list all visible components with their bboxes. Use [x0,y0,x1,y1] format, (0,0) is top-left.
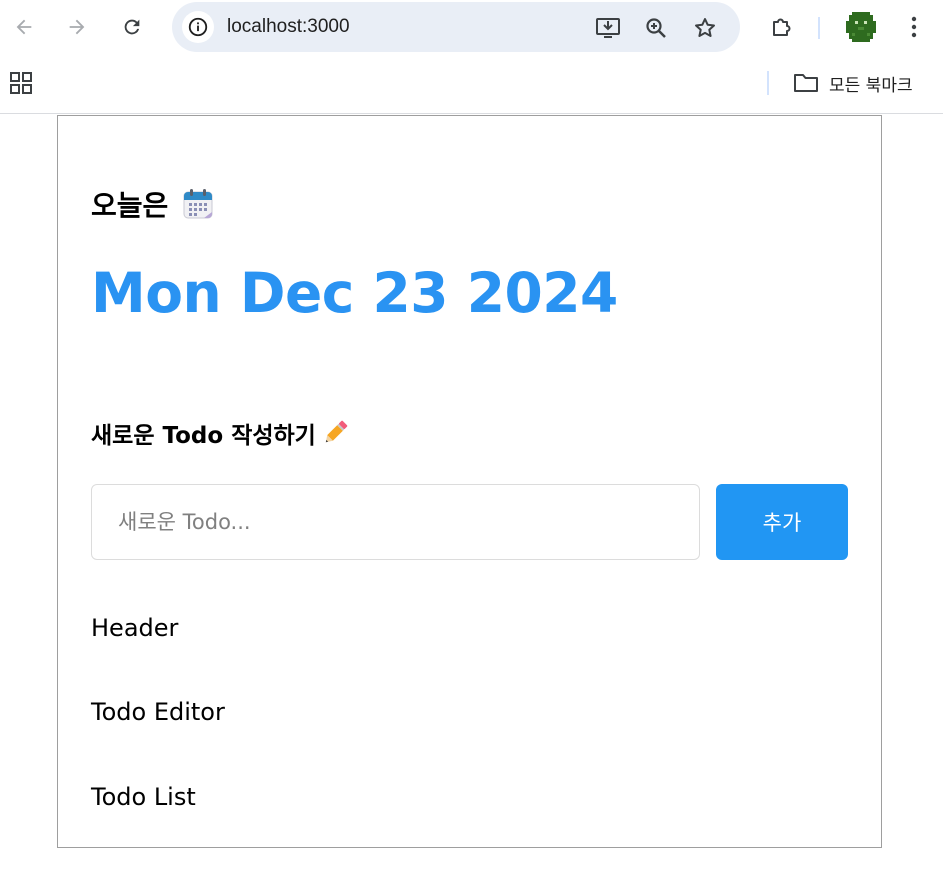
extensions-button[interactable] [766,10,798,44]
install-app-button[interactable] [592,12,624,44]
bookmark-star-button[interactable] [689,12,721,44]
zoom-in-icon [646,18,666,38]
add-todo-button[interactable]: 추가 [716,484,848,560]
puzzle-icon [773,18,791,36]
info-icon [188,17,208,37]
all-bookmarks-label: 모든 북마크 [829,75,913,96]
profile-avatar[interactable] [846,12,876,42]
browser-menu-button[interactable] [898,10,930,44]
current-date: Mon Dec 23 2024 [91,261,618,325]
reload-button[interactable] [116,10,148,44]
url-text[interactable]: localhost:3000 [227,16,350,38]
all-bookmarks-folder[interactable]: 모든 북마크 [793,69,913,97]
star-icon [695,18,715,37]
arrow-right-icon [69,19,85,35]
address-bar[interactable]: localhost:3000 [172,2,740,52]
avatar-icon [846,12,876,42]
arrow-left-icon [16,19,32,35]
section-todo-editor-label: Todo Editor [91,698,225,726]
site-info-button[interactable] [182,11,214,43]
section-header-label: Header [91,614,179,642]
editor-title-text: 새로운 Todo 작성하기 [91,423,316,449]
zoom-button[interactable] [640,12,672,44]
today-header: 오늘은 [91,184,214,224]
back-button[interactable] [8,10,40,44]
calendar-icon [183,189,213,219]
bookmarks-divider [767,71,769,95]
bookmarks-bar: 모든 북마크 [0,56,943,114]
browser-toolbar: localhost:3000 [0,0,943,56]
todo-app: 오늘은 Mon Dec 23 2024 새로운 Todo 작성하기 새로운 To… [57,115,882,848]
folder-icon [794,74,818,92]
section-todo-list-label: Todo List [91,783,196,811]
reload-icon [124,19,140,35]
pencil-icon [325,420,348,443]
install-icon [596,18,620,38]
apps-grid-icon [10,72,32,94]
forward-button[interactable] [61,10,93,44]
editor-title: 새로운 Todo 작성하기 [91,416,350,450]
today-label: 오늘은 [91,189,169,222]
new-todo-input[interactable] [91,484,700,560]
more-vert-icon [911,16,917,38]
apps-button[interactable] [9,71,33,95]
toolbar-divider [818,17,820,39]
